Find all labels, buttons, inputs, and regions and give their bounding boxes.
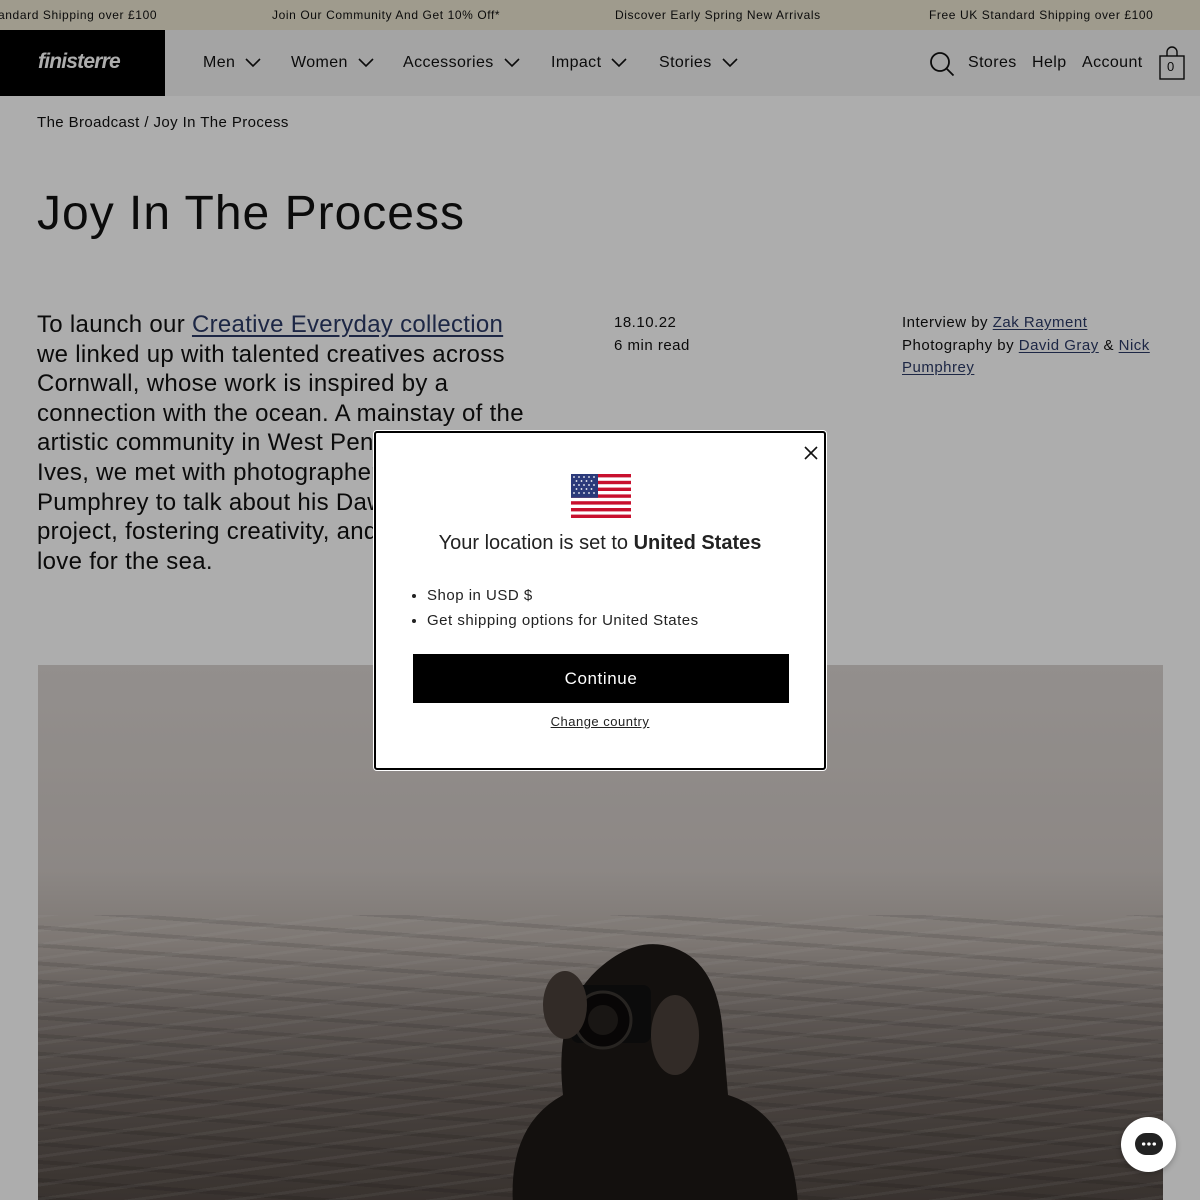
modal-heading-prefix: Your location is set to — [438, 532, 634, 554]
location-modal: Your location is set to United States Sh… — [374, 431, 826, 770]
modal-heading: Your location is set to United States — [376, 532, 824, 555]
chat-dots — [1141, 1142, 1157, 1146]
modal-benefits: Shop in USD $ Get shipping options for U… — [427, 583, 699, 633]
change-country-link[interactable]: Change country — [376, 714, 824, 729]
list-item: Shop in USD $ — [427, 583, 699, 608]
list-item: Get shipping options for United States — [427, 608, 699, 633]
close-icon[interactable] — [801, 443, 821, 463]
modal-country: United States — [633, 532, 762, 554]
continue-button[interactable]: Continue — [413, 654, 789, 703]
chat-button[interactable] — [1121, 1117, 1176, 1172]
chat-icon — [1135, 1133, 1163, 1155]
us-flag-icon — [571, 474, 631, 518]
